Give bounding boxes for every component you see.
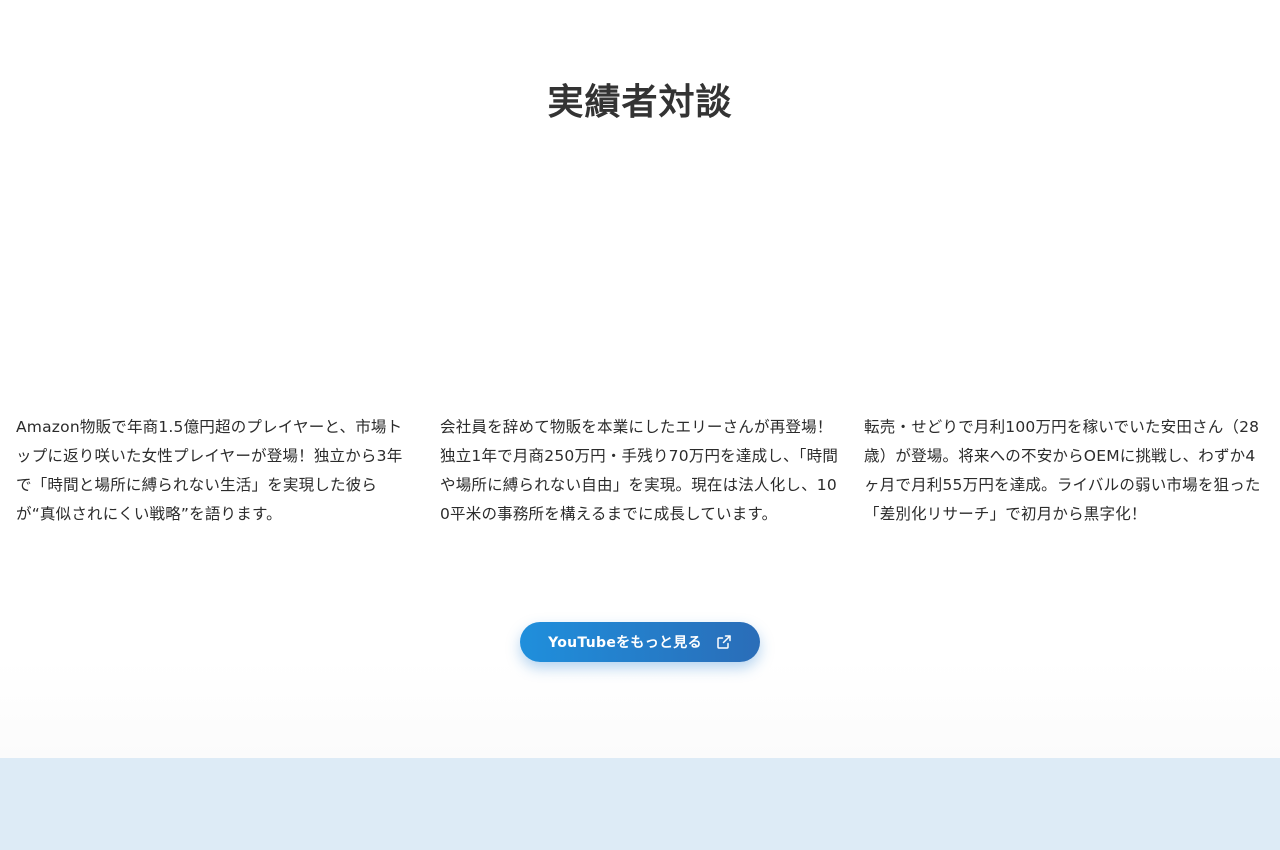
video-embed[interactable]: [440, 160, 840, 400]
section-fade-background: [0, 660, 1280, 758]
interview-description: Amazon物販で年商1.5億円超のプレイヤーと、市場トップに返り咲いた女性プレ…: [16, 418, 403, 523]
youtube-more-label: YouTubeをもっと見る: [548, 635, 702, 651]
interview-description: 転売・せどりで月利100万円を稼いでいた安田さん（28歳）が登場。将来への不安か…: [864, 418, 1261, 523]
external-link-icon: [716, 634, 732, 650]
section-title: 実績者対談: [547, 82, 733, 123]
page: 実績者対談 Amazon物販で年商1.5億円超のプレイヤーと、市場トップに返り咲…: [0, 0, 1280, 850]
interview-card-list: Amazon物販で年商1.5億円超のプレイヤーと、市場トップに返り咲いた女性プレ…: [16, 160, 1264, 529]
interview-card: 転売・せどりで月利100万円を稼いでいた安田さん（28歳）が登場。将来への不安か…: [864, 160, 1264, 529]
next-section-background: [0, 758, 1280, 850]
youtube-more-button[interactable]: YouTubeをもっと見る: [520, 622, 760, 662]
video-embed[interactable]: [864, 160, 1264, 400]
interview-description: 会社員を辞めて物販を本業にしたエリーさんが再登場！独立1年で月商250万円・手残…: [440, 418, 839, 523]
interview-card: 会社員を辞めて物販を本業にしたエリーさんが再登場！独立1年で月商250万円・手残…: [440, 160, 840, 529]
interview-card: Amazon物販で年商1.5億円超のプレイヤーと、市場トップに返り咲いた女性プレ…: [16, 160, 416, 529]
video-embed[interactable]: [16, 160, 416, 400]
